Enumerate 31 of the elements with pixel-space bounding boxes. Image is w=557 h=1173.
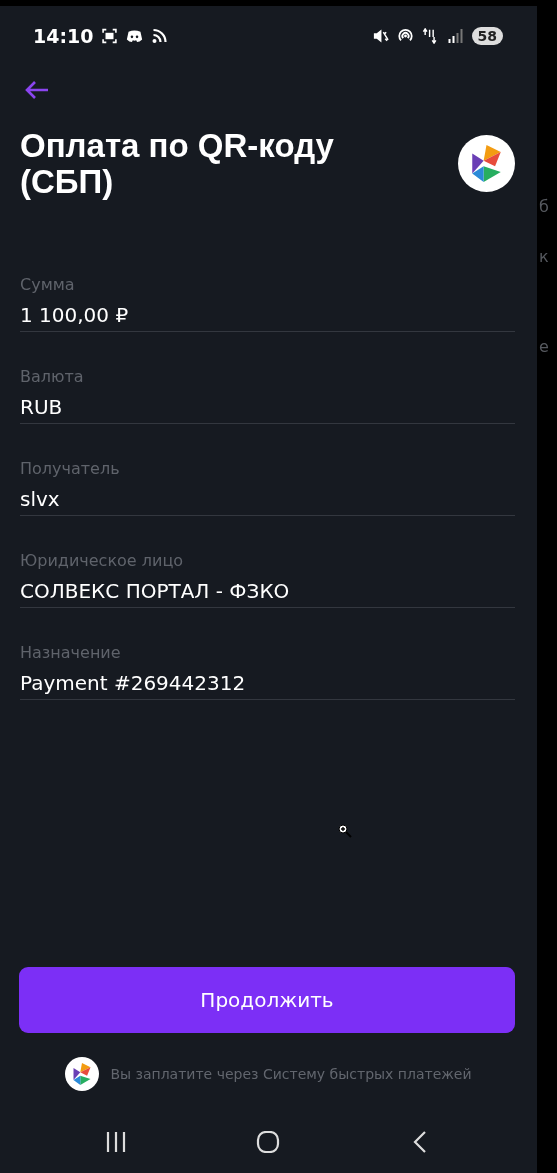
field-label: Юридическое лицо <box>20 551 185 571</box>
status-time: 14:10 <box>33 25 94 47</box>
battery-level: 58 <box>471 27 503 45</box>
field-label: Валюта <box>20 367 85 387</box>
field-value: 1 100,00 ₽ <box>20 302 130 329</box>
field-value: RUB <box>20 394 64 421</box>
network-4g-icon <box>421 28 439 44</box>
continue-button[interactable]: Продолжить <box>19 967 515 1033</box>
recent-apps-icon[interactable] <box>104 1131 128 1153</box>
cursor-icon <box>338 824 352 838</box>
field-label: Назначение <box>20 643 122 663</box>
field-label: Сумма <box>20 275 76 295</box>
rss-icon <box>151 28 169 44</box>
field-value: СОЛВЕКС ПОРТАЛ - ФЗКО <box>20 578 291 605</box>
signal-icon <box>446 28 464 44</box>
sbp-logo-icon <box>65 1057 100 1091</box>
screenshot-icon <box>101 28 119 44</box>
field-label: Получатель <box>20 459 121 479</box>
field-value: slvx <box>20 486 61 513</box>
chat-app-icon <box>126 28 144 44</box>
back-arrow-icon[interactable] <box>24 80 50 100</box>
page-title: Оплата по QR-коду (СБП) <box>20 128 335 200</box>
background-text: е <box>538 336 550 358</box>
hotspot-icon <box>396 28 414 44</box>
home-icon[interactable] <box>256 1131 280 1153</box>
field-value: Payment #269442312 <box>20 670 247 697</box>
sbp-logo-icon <box>458 135 515 192</box>
background-text: б <box>538 196 550 218</box>
background-text: к <box>538 246 550 268</box>
mute-icon <box>371 28 389 44</box>
footer-note: Вы заплатите через Систему быстрых платежей <box>110 1066 472 1082</box>
